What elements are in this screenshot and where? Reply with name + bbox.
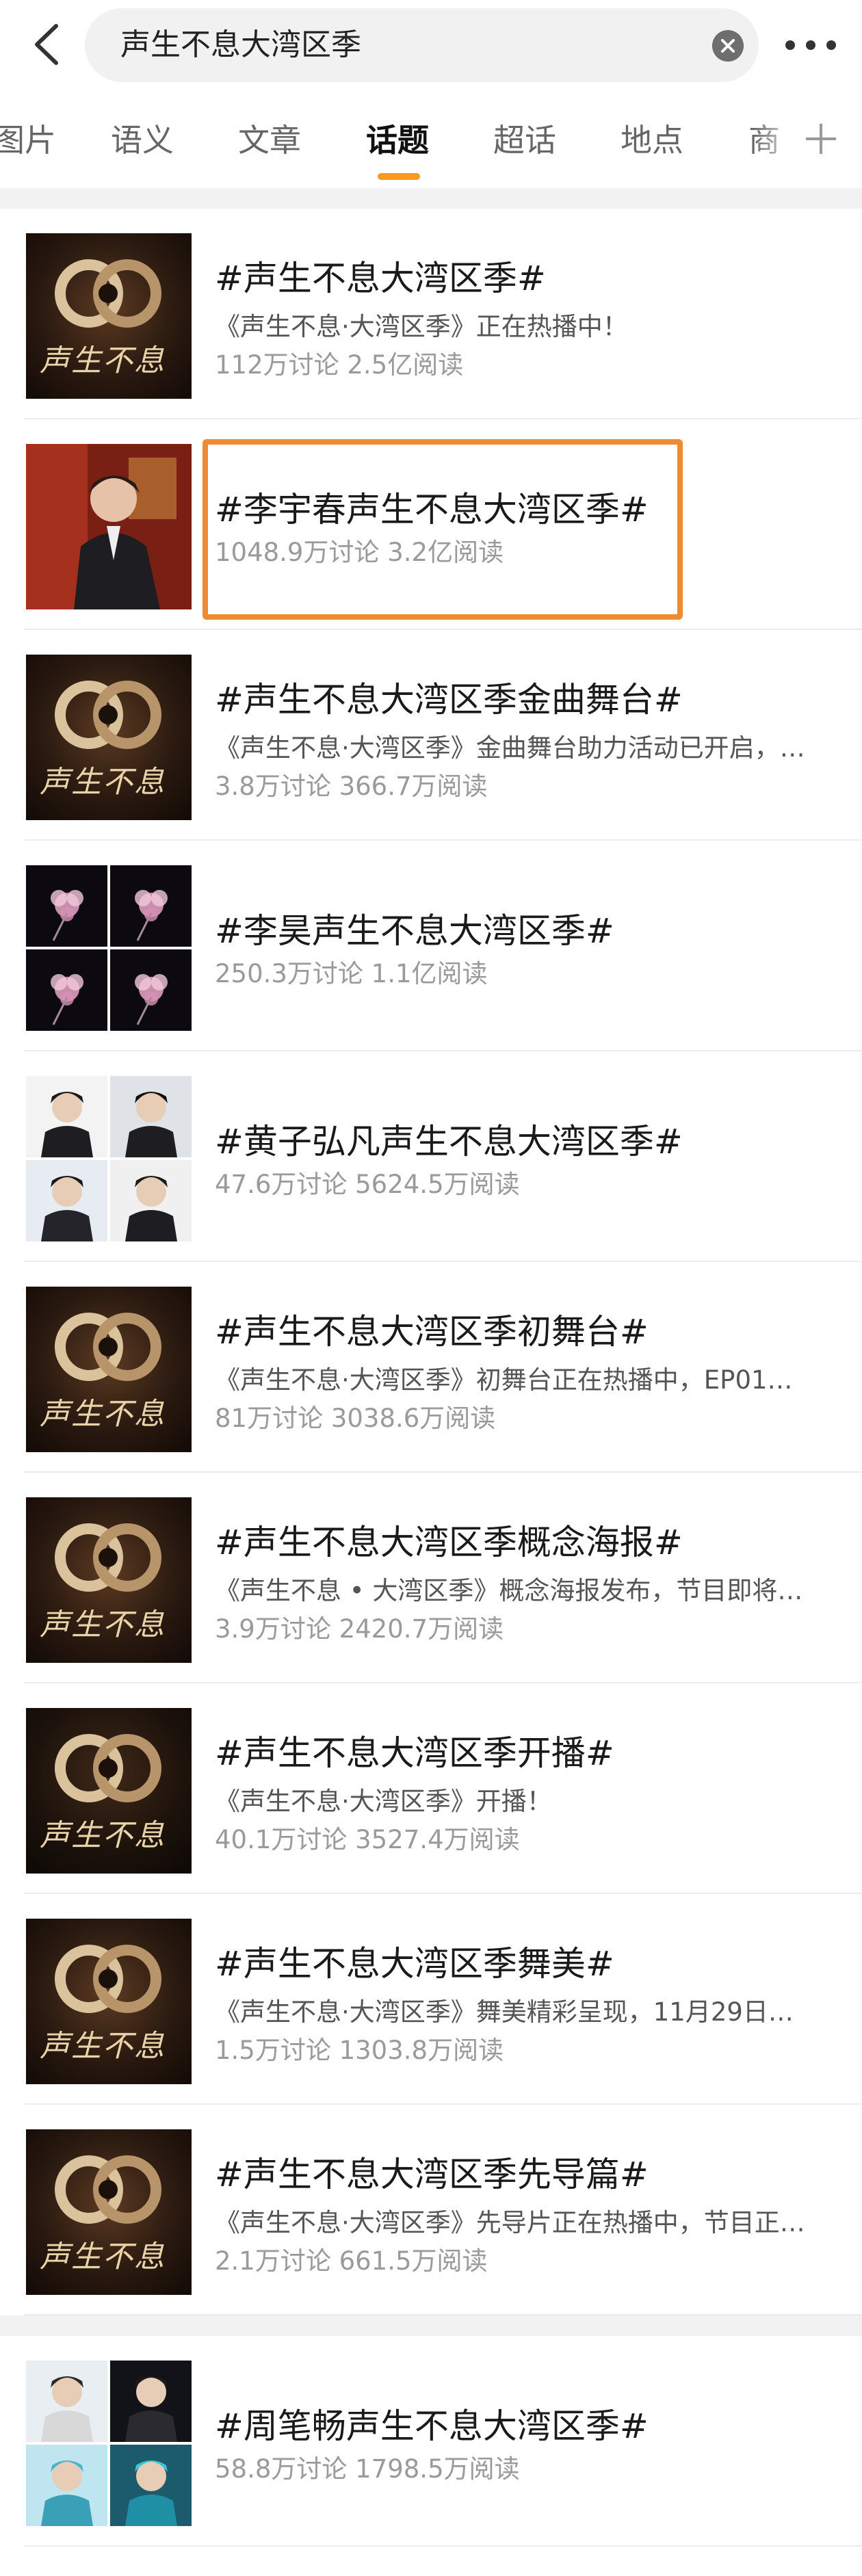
active-tab-indicator xyxy=(378,173,420,180)
clear-icon[interactable] xyxy=(712,30,744,62)
logo-icon xyxy=(55,1734,161,1802)
topic-stats: 1.5万讨论 1303.8万阅读 xyxy=(215,2036,504,2065)
topic-title[interactable]: #声生不息大湾区季开播# xyxy=(215,1731,614,1775)
logo-text: 声生不息 xyxy=(40,765,166,800)
search-query: 声生不息大湾区季 xyxy=(120,27,361,62)
person-photos xyxy=(26,1076,192,1241)
topic-description: 《声生不息·大湾区季》开播！ xyxy=(215,1787,552,1816)
tab-semantic[interactable]: 语义 xyxy=(111,120,174,161)
logo-icon xyxy=(55,681,161,749)
tab-articles[interactable]: 文章 xyxy=(238,120,301,161)
person-photo xyxy=(26,444,192,609)
tab-images[interactable]: 图片 xyxy=(0,120,56,161)
row-divider xyxy=(25,2545,862,2547)
topic-stats: 2.1万讨论 661.5万阅读 xyxy=(215,2246,488,2276)
topic-title[interactable]: #声生不息大湾区季初舞台# xyxy=(215,1310,649,1354)
tab-topics[interactable]: 话题 xyxy=(366,120,429,161)
flower-photos xyxy=(26,865,192,1031)
section-gap xyxy=(0,2315,862,2336)
logo-artwork: 声生不息 xyxy=(26,2129,192,2295)
topic-description: 《声生不息·大湾区季》正在热播中！ xyxy=(215,312,628,341)
topic-title[interactable]: #声生不息大湾区季舞美# xyxy=(215,1942,614,1986)
topic-thumbnail[interactable]: 声生不息 xyxy=(26,1919,192,2084)
topic-thumbnail[interactable] xyxy=(26,2361,192,2526)
logo-text: 声生不息 xyxy=(40,1607,166,1642)
logo-icon xyxy=(55,2155,161,2224)
topic-row[interactable]: 声生不息 #声生不息大湾区季先导篇# 《声生不息·大湾区季》先导片正在热播中，节… xyxy=(0,2105,862,2315)
topic-title[interactable]: #周笔畅声生不息大湾区季# xyxy=(215,2404,649,2448)
topic-thumbnail[interactable]: 声生不息 xyxy=(26,233,192,399)
tab-places[interactable]: 地点 xyxy=(621,120,683,161)
topic-row[interactable]: 声生不息 #声生不息大湾区季开播# 《声生不息·大湾区季》开播！ 40.1万讨论… xyxy=(0,1683,862,1894)
topic-thumbnail[interactable] xyxy=(26,444,192,609)
highlight-box xyxy=(203,439,683,620)
logo-text: 声生不息 xyxy=(40,343,166,378)
topic-thumbnail[interactable] xyxy=(26,1076,192,1241)
topic-title[interactable]: #声生不息大湾区季概念海报# xyxy=(215,1521,683,1564)
category-tabs: 图片 语义 文章 话题 超话 地点 商 xyxy=(0,92,862,188)
topic-title[interactable]: #声生不息大湾区季先导篇# xyxy=(215,2153,649,2196)
logo-artwork: 声生不息 xyxy=(26,1287,192,1452)
topic-thumbnail[interactable]: 声生不息 xyxy=(26,1708,192,1874)
topic-thumbnail[interactable]: 声生不息 xyxy=(26,1497,192,1663)
search-input[interactable]: 声生不息大湾区季 xyxy=(85,8,759,82)
logo-artwork: 声生不息 xyxy=(26,1919,192,2084)
logo-text: 声生不息 xyxy=(40,1818,166,1853)
topic-stats: 112万讨论 2.5亿阅读 xyxy=(215,350,464,380)
topic-row[interactable]: 声生不息 #声生不息大湾区季金曲舞台# 《声生不息·大湾区季》金曲舞台助力活动已… xyxy=(0,630,862,841)
topic-description: 《声生不息·大湾区季》舞美精彩呈现，11月29日… xyxy=(215,1997,794,2027)
logo-text: 声生不息 xyxy=(40,2239,166,2274)
topic-thumbnail[interactable] xyxy=(26,865,192,1031)
topic-title[interactable]: #李昊声生不息大湾区季# xyxy=(215,909,614,953)
topic-stats: 40.1万讨论 3527.4万阅读 xyxy=(215,1825,520,1854)
topic-thumbnail[interactable]: 声生不息 xyxy=(26,1287,192,1452)
plus-icon[interactable] xyxy=(802,120,840,158)
logo-icon xyxy=(55,1313,161,1381)
topic-title[interactable]: #黄子弘凡声生不息大湾区季# xyxy=(215,1120,683,1164)
topic-description: 《声生不息·大湾区季》先导片正在热播中，节目正… xyxy=(215,2208,805,2237)
person-photos xyxy=(26,2361,192,2526)
topic-title[interactable]: #声生不息大湾区季# xyxy=(215,257,546,300)
topic-stats: 250.3万讨论 1.1亿阅读 xyxy=(215,959,488,988)
section-gap xyxy=(0,188,862,209)
topic-stats: 58.8万讨论 1798.5万阅读 xyxy=(215,2454,520,2484)
topic-description: 《声生不息·大湾区季》金曲舞台助力活动已开启，… xyxy=(215,733,805,763)
topic-row[interactable]: 声生不息 #声生不息大湾区季概念海报# 《声生不息 • 大湾区季》概念海报发布，… xyxy=(0,1473,862,1683)
topic-description: 《声生不息·大湾区季》初舞台正在热播中，EP01… xyxy=(215,1365,793,1395)
topic-stats: 3.9万讨论 2420.7万阅读 xyxy=(215,1614,504,1644)
topic-stats: 47.6万讨论 5624.5万阅读 xyxy=(215,1170,520,1199)
topic-title[interactable]: #声生不息大湾区季金曲舞台# xyxy=(215,678,683,722)
topic-stats: 81万讨论 3038.6万阅读 xyxy=(215,1404,496,1433)
more-icon[interactable] xyxy=(780,31,841,59)
logo-icon xyxy=(55,1523,161,1592)
top-bar: 声生不息大湾区季 xyxy=(0,0,862,92)
topic-row[interactable]: #周笔畅声生不息大湾区季# 58.8万讨论 1798.5万阅读 xyxy=(0,2336,862,2547)
tab-fade xyxy=(753,92,802,188)
logo-artwork: 声生不息 xyxy=(26,655,192,820)
logo-icon xyxy=(55,259,161,328)
topic-row[interactable]: #黄子弘凡声生不息大湾区季# 47.6万讨论 5624.5万阅读 xyxy=(0,1051,862,1262)
logo-artwork: 声生不息 xyxy=(26,1708,192,1874)
topic-thumbnail[interactable]: 声生不息 xyxy=(26,2129,192,2295)
topic-row[interactable]: 声生不息 #声生不息大湾区季# 《声生不息·大湾区季》正在热播中！ 112万讨论… xyxy=(0,209,862,419)
topic-stats: 3.8万讨论 366.7万阅读 xyxy=(215,772,488,801)
topic-row[interactable]: 声生不息 #声生不息大湾区季初舞台# 《声生不息·大湾区季》初舞台正在热播中，E… xyxy=(0,1262,862,1473)
logo-icon xyxy=(55,1945,161,2013)
back-arrow-icon[interactable] xyxy=(25,21,73,68)
topic-description: 《声生不息 • 大湾区季》概念海报发布，节目即将… xyxy=(215,1576,803,1605)
logo-artwork: 声生不息 xyxy=(26,233,192,399)
logo-text: 声生不息 xyxy=(40,2029,166,2064)
topic-row[interactable]: 声生不息 #声生不息大湾区季舞美# 《声生不息·大湾区季》舞美精彩呈现，11月2… xyxy=(0,1894,862,2105)
topic-row[interactable]: #李昊声生不息大湾区季# 250.3万讨论 1.1亿阅读 xyxy=(0,841,862,1051)
logo-text: 声生不息 xyxy=(40,1397,166,1432)
tab-super-topics[interactable]: 超话 xyxy=(493,120,556,161)
topic-thumbnail[interactable]: 声生不息 xyxy=(26,655,192,820)
logo-artwork: 声生不息 xyxy=(26,1497,192,1663)
